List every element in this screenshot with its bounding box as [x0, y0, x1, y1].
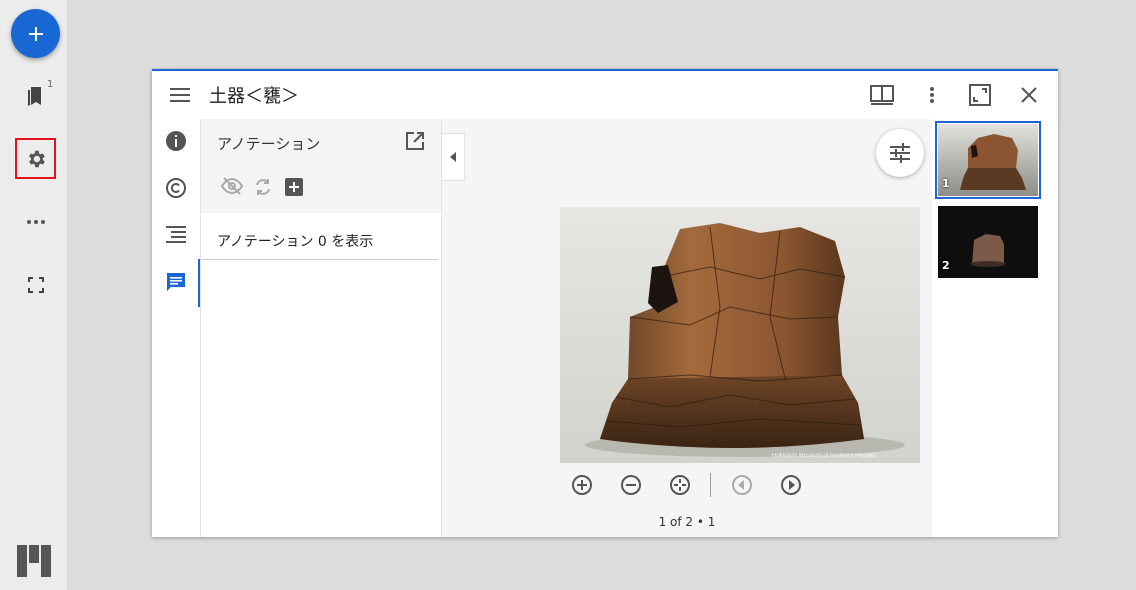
active-tab-indicator [198, 259, 200, 307]
photo-watermark: Hokkaido Museum of Northern Peoples [772, 453, 877, 459]
sync-icon[interactable] [254, 177, 272, 201]
thumbnail-1[interactable]: 1 [938, 124, 1038, 196]
zoom-in-icon[interactable] [570, 473, 594, 497]
bookmark-icon[interactable] [23, 84, 47, 108]
pottery-photo: Hokkaido Museum of Northern Peoples [560, 207, 920, 463]
annotation-panel-header: アノテーション [201, 119, 441, 213]
viewer-window: 土器＜甕＞ アノテーション アノテーション 0 を表示 Hokkaido Mus… [152, 69, 1058, 537]
divider [201, 259, 438, 260]
window-count-badge: 1 [47, 79, 54, 90]
collapse-panel-button[interactable] [442, 133, 465, 181]
menu-icon[interactable] [168, 83, 192, 107]
more-vert-icon[interactable] [920, 83, 944, 107]
close-icon[interactable] [1017, 83, 1041, 107]
mirador-logo [17, 545, 53, 581]
maximize-icon[interactable] [968, 83, 992, 107]
fullscreen-icon[interactable] [24, 273, 48, 297]
annotation-icon[interactable] [164, 270, 188, 294]
prev-icon[interactable] [730, 473, 754, 497]
window-top-bar: 土器＜甕＞ [152, 71, 1056, 120]
add-box-icon[interactable] [284, 177, 304, 201]
tune-icon [890, 143, 910, 163]
thumbnail-2[interactable]: 2 [938, 206, 1038, 278]
zoom-out-icon[interactable] [619, 473, 643, 497]
image-adjust-button[interactable] [876, 129, 924, 177]
controls-divider [710, 473, 711, 497]
add-icon [28, 26, 43, 41]
image-viewer[interactable]: Hokkaido Museum of Northern Peoples 1 of… [442, 119, 932, 537]
add-resource-button[interactable] [11, 9, 60, 58]
panel-title: アノテーション [217, 135, 321, 153]
next-icon[interactable] [779, 473, 803, 497]
thumbnail-number: 2 [942, 259, 950, 272]
workspace-rail: 1 [0, 0, 68, 590]
book-view-icon[interactable] [870, 83, 894, 107]
page-indicator: 1 of 2 • 1 [658, 515, 716, 529]
arrow-left-icon [450, 152, 456, 162]
window-title: 土器＜甕＞ [209, 86, 299, 107]
copyright-icon[interactable] [164, 176, 188, 200]
thumbnail-number: 1 [942, 177, 950, 190]
reset-zoom-icon[interactable] [668, 473, 692, 497]
annotation-count-toggle[interactable]: アノテーション 0 を表示 [217, 231, 373, 251]
toc-icon[interactable] [164, 223, 188, 247]
open-in-new-icon[interactable] [405, 131, 425, 155]
more-icon[interactable] [24, 210, 48, 234]
info-icon[interactable] [164, 129, 188, 153]
visibility-off-icon[interactable] [220, 177, 244, 199]
companion-sidebar [152, 119, 201, 537]
thumbnail-strip: 1 2 [932, 119, 1056, 537]
annotation-panel: アノテーション アノテーション 0 を表示 [201, 119, 442, 537]
settings-icon[interactable] [24, 147, 48, 171]
